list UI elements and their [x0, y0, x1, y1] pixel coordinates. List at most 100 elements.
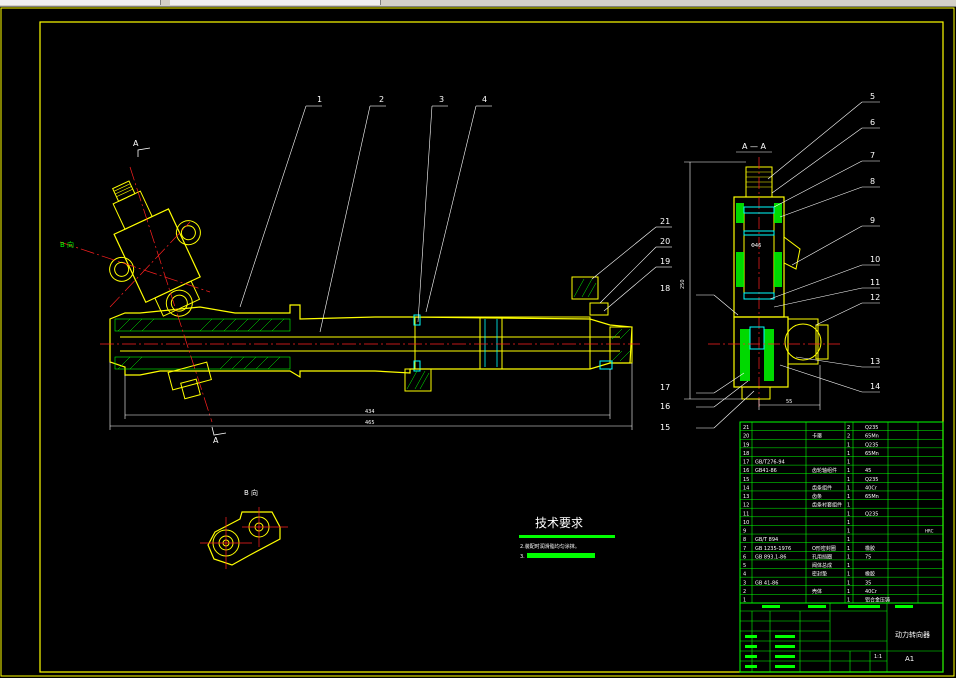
part-number-1: 1 [317, 95, 322, 104]
bom-table: 21 2 Q23520 卡箍 2 65Mn19 1 Q23518 1 65Mn17 GB/T276-… [739, 421, 944, 604]
part-number-4: 4 [482, 95, 487, 104]
bom-cell: 1 [847, 580, 850, 586]
bom-cell: 1 [847, 537, 850, 543]
bom-note: HRC [925, 529, 934, 534]
bom-cell: 65Mn [865, 451, 879, 457]
section-label: A — A [742, 142, 767, 151]
part-number-10: 10 [870, 255, 880, 264]
bom-cell: 19 [743, 442, 749, 448]
part-number-9: 9 [870, 216, 875, 225]
view-label-left: B 向 [60, 240, 74, 249]
part-number-6: 6 [870, 118, 875, 127]
bom-cell: 1 [847, 572, 850, 578]
drawing-scale: 1:1 [874, 654, 882, 660]
bom-cell: O形密封圈 [812, 545, 836, 552]
toolbar-icons[interactable] [170, 0, 381, 5]
bom-cell: 1 [847, 520, 850, 526]
bom-cell: GB/T276-94 [755, 460, 785, 466]
bom-cell: 15 [743, 477, 749, 483]
part-number-19: 19 [660, 257, 670, 266]
b-view: B 向 [200, 488, 288, 569]
part-number-3: 3 [439, 95, 444, 104]
drawing-name: 动力转向器 [895, 630, 930, 639]
bom-cell: 75 [865, 554, 871, 560]
bom-cell: 21 [743, 425, 749, 431]
bom-cell: 12 [743, 503, 749, 509]
part-number-11: 11 [870, 278, 880, 287]
bom-cell: GB 893.1-86 [755, 554, 786, 560]
part-number-18: 18 [660, 284, 670, 293]
bom-cell: 2 [743, 589, 746, 595]
bom-cell: 壳体 [812, 588, 822, 595]
tech-req-title: 技术要求 [535, 516, 583, 530]
dim-inner: 434 [365, 409, 375, 415]
bom-cell: 65Mn [865, 434, 879, 440]
bom-cell: GB 1235-1976 [755, 546, 791, 552]
bom-cell: 橡胶 [865, 545, 875, 552]
bom-cell: Q235 [865, 442, 878, 448]
bom-cell: 14 [743, 485, 749, 491]
main-assembly [59, 166, 640, 423]
bom-cell: 9 [743, 529, 746, 535]
part-number-7: 7 [870, 151, 875, 160]
part-number-16: 16 [660, 402, 670, 411]
bom-cell: GB41-86 [755, 468, 777, 474]
bom-cell: 阀体总成 [812, 562, 832, 569]
part-number-21: 21 [660, 217, 670, 226]
bom-cell: 3 [743, 580, 746, 586]
dim-right-bottom: 55 [786, 399, 792, 405]
bom-cell: 铝合金压铸 [865, 597, 890, 604]
bom-cell: 40Cr [865, 485, 878, 491]
bom-cell: 7 [743, 546, 746, 552]
cut-marks [137, 147, 227, 436]
cut-mark-bottom: A [213, 436, 219, 445]
bom-cell: 1 [847, 468, 850, 474]
bom-cell: 1 [847, 485, 850, 491]
tech-requirements: 技术要求 2.装配时润滑脂均匀涂抹。 3. [519, 516, 615, 560]
bom-cell: 1 [847, 442, 850, 448]
bom-cell: 1 [847, 451, 850, 457]
tech-req-line-3: 3. [520, 554, 525, 560]
bom-cell: 1 [847, 460, 850, 466]
part-number-13: 13 [870, 357, 880, 366]
bom-cell: 2 [847, 425, 850, 431]
bom-cell: 11 [743, 511, 749, 517]
bom-cell: 45 [865, 468, 871, 474]
part-number-20: 20 [660, 237, 670, 246]
cad-toolbar[interactable] [0, 0, 956, 7]
bom-cell: 1 [847, 494, 850, 500]
bom-cell: Q235 [865, 477, 878, 483]
bom-cell: Q235 [865, 511, 878, 517]
bom-cell: 1 [847, 563, 850, 569]
bom-cell: GB/T 894 [755, 537, 778, 543]
part-number-5: 5 [870, 92, 875, 101]
bom-cell: 20 [743, 434, 749, 440]
part-number-8: 8 [870, 177, 875, 186]
bom-cell: 1 [847, 529, 850, 535]
dim-vertical: 250 [680, 279, 686, 289]
bom-cell: 8 [743, 537, 746, 543]
part-number-15: 15 [660, 423, 670, 432]
bom-cell: 密封垫 [812, 571, 827, 578]
part-number-14: 14 [870, 382, 880, 391]
bom-cell: 1 [847, 546, 850, 552]
bom-cell: 卡箍 [812, 433, 822, 440]
bom-cell: Q235 [865, 425, 878, 431]
bom-cell: 35 [865, 580, 871, 586]
bore-dimension: Φ46 [751, 243, 761, 249]
drawing-canvas: 434 465 1 2 3 4 21 20 19 A A B 向 A — A Φ… [0, 7, 955, 677]
title-block: 动力转向器 1:1 A1 [739, 602, 944, 673]
part-number-12: 12 [870, 293, 880, 302]
bom-cell: 齿条组件 [812, 484, 832, 491]
bom-cell: GB 41-86 [755, 580, 778, 586]
bom-cell: 65Mn [865, 494, 879, 500]
bom-cell: 1 [847, 554, 850, 560]
inner-frame [39, 21, 944, 673]
dimensions-section [684, 161, 821, 410]
bom-cell: 18 [743, 451, 749, 457]
bom-cell: 16 [743, 468, 749, 474]
bom-cell: 5 [743, 563, 746, 569]
toolbar-field[interactable] [0, 0, 161, 5]
part-number-2: 2 [379, 95, 384, 104]
bom-cell: 6 [743, 554, 746, 560]
